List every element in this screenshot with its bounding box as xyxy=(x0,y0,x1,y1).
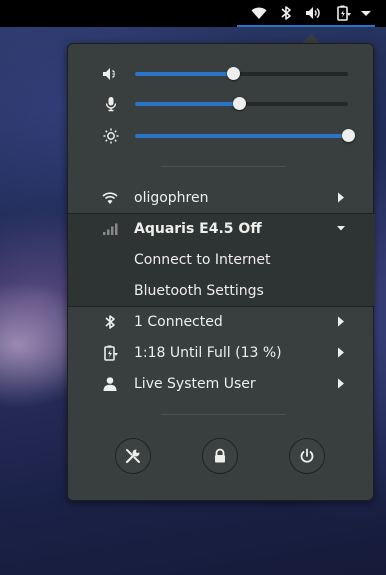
signal-bars-icon xyxy=(101,220,119,238)
bluetooth-settings-item[interactable]: Bluetooth Settings xyxy=(68,275,375,306)
wifi-menu-item[interactable]: oligophren xyxy=(68,182,375,213)
connect-to-internet-label: Connect to Internet xyxy=(134,252,271,268)
bluetooth-menu-item[interactable]: 1 Connected xyxy=(68,306,375,337)
microphone-icon xyxy=(102,95,120,113)
volume-slider-handle[interactable] xyxy=(226,67,240,80)
mobile-broadband-menu-item[interactable]: Aquaris E4.5 Off xyxy=(68,213,375,244)
brightness-slider[interactable] xyxy=(135,129,355,142)
volume-icon xyxy=(304,4,322,22)
chevron-right-icon xyxy=(336,377,346,390)
connect-to-internet-item[interactable]: Connect to Internet xyxy=(68,244,375,275)
user-icon xyxy=(101,375,119,393)
wifi-icon xyxy=(101,189,119,207)
volume-slider[interactable] xyxy=(135,67,348,80)
user-menu-item[interactable]: Live System User xyxy=(68,368,375,399)
volume-slider-row xyxy=(68,62,375,86)
chevron-right-icon xyxy=(336,346,346,359)
settings-button[interactable] xyxy=(115,438,151,474)
chevron-down-icon xyxy=(357,4,375,22)
system-status-area[interactable] xyxy=(237,0,375,27)
battery-status-label: 1:18 Until Full (13 %) xyxy=(134,345,282,361)
brightness-slider-row xyxy=(68,124,375,148)
microphone-slider-fill xyxy=(135,102,240,106)
wifi-network-label: oligophren xyxy=(134,190,209,206)
settings-icon xyxy=(125,449,140,464)
separator xyxy=(161,414,286,415)
power-button[interactable] xyxy=(289,438,325,474)
bluetooth-status-label: 1 Connected xyxy=(134,314,223,330)
top-bar xyxy=(0,0,386,27)
wifi-icon xyxy=(250,4,268,22)
brightness-slider-handle[interactable] xyxy=(342,129,355,142)
mobile-broadband-label: Aquaris E4.5 Off xyxy=(134,221,262,237)
microphone-slider-row xyxy=(68,92,375,116)
user-name-label: Live System User xyxy=(134,376,256,392)
battery-menu-item[interactable]: 1:18 Until Full (13 %) xyxy=(68,337,375,368)
volume-slider-fill xyxy=(135,72,233,76)
brightness-icon xyxy=(102,127,120,145)
speaker-icon xyxy=(102,65,120,83)
battery-charging-icon xyxy=(101,344,119,362)
lock-icon xyxy=(215,448,225,463)
chevron-right-icon xyxy=(336,191,346,204)
bluetooth-settings-label: Bluetooth Settings xyxy=(134,283,264,299)
system-menu: oligophren Aquaris E4.5 Off Connect to I… xyxy=(67,43,375,501)
brightness-slider-fill xyxy=(135,134,348,138)
bluetooth-icon xyxy=(277,4,295,22)
microphone-slider[interactable] xyxy=(135,97,348,110)
chevron-down-icon xyxy=(335,222,347,235)
lock-button[interactable] xyxy=(202,438,238,474)
bluetooth-icon xyxy=(101,313,119,331)
battery-charging-icon xyxy=(334,4,352,22)
separator xyxy=(161,166,286,167)
power-icon xyxy=(300,448,314,463)
chevron-right-icon xyxy=(336,315,346,328)
microphone-slider-handle[interactable] xyxy=(233,97,247,110)
